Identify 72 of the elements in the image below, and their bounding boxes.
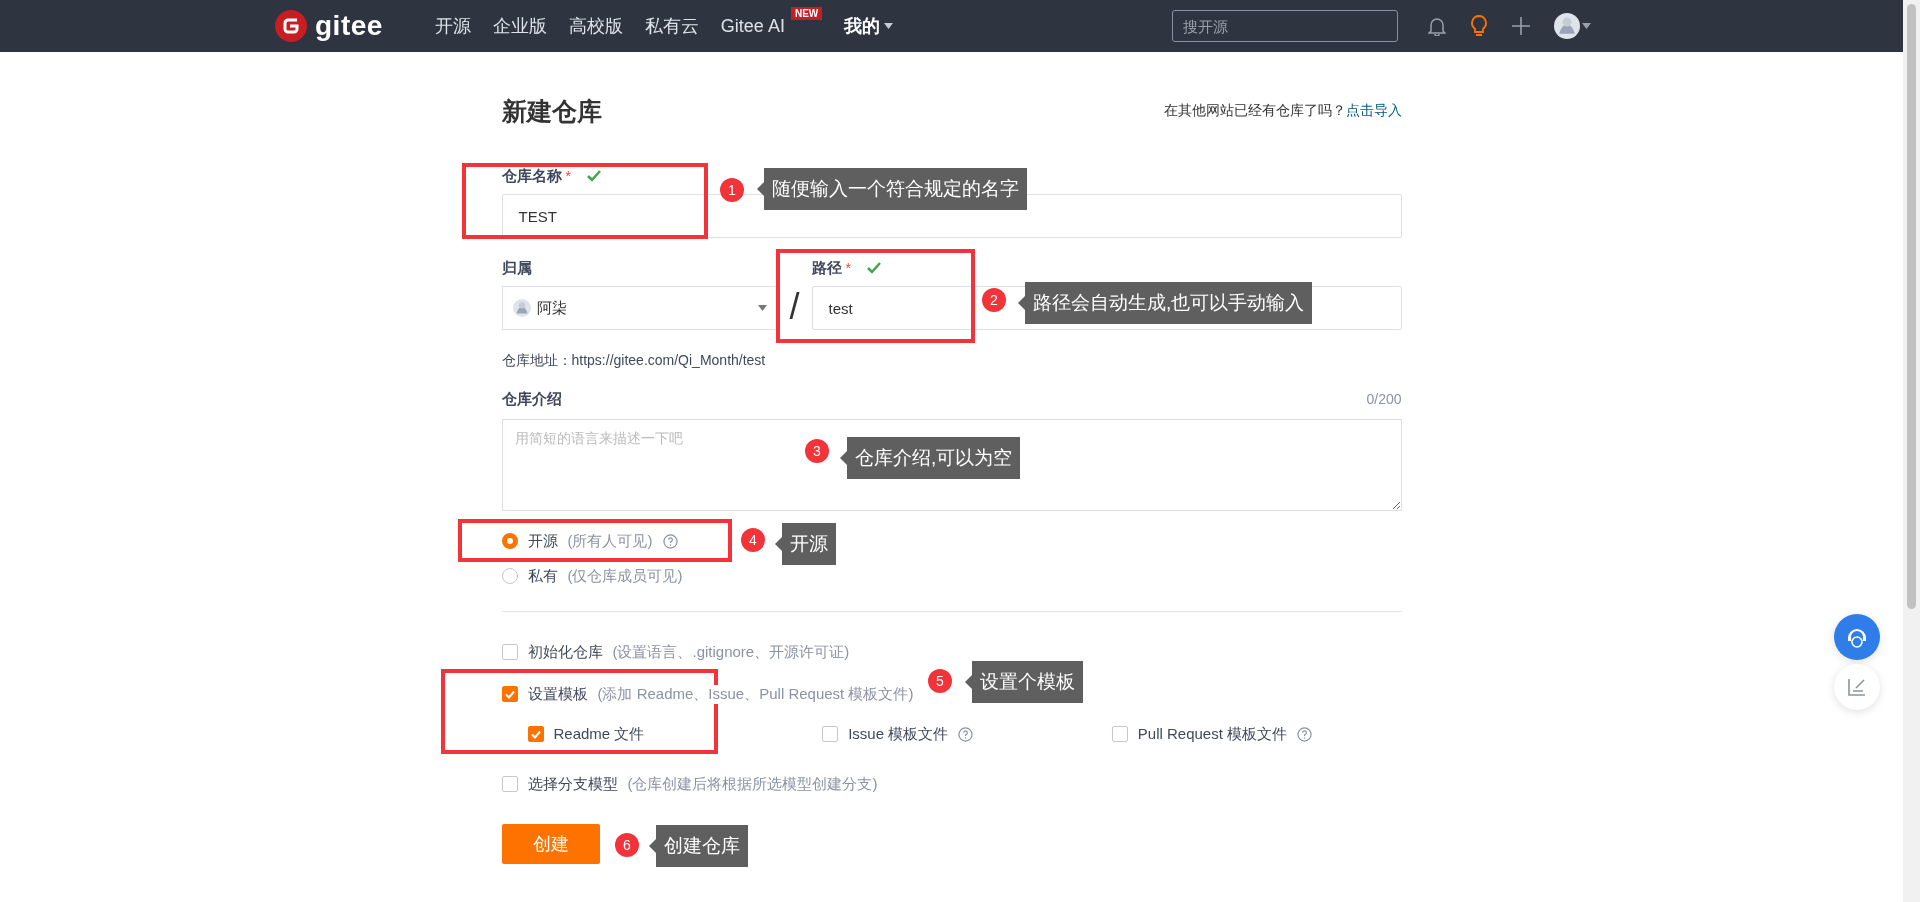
annotation-callout: 设置个模板 — [965, 661, 1083, 703]
nav-link[interactable]: Gitee AI NEW — [720, 7, 823, 45]
annotation-callout: 随便输入一个符合规定的名字 — [757, 168, 1027, 210]
logo-icon[interactable] — [275, 10, 307, 42]
field-label: 仓库介绍 — [501, 389, 562, 409]
path-separator: / — [788, 285, 801, 329]
page-title: 新建仓库 — [501, 95, 602, 127]
plus-icon[interactable] — [1512, 17, 1530, 35]
lightbulb-icon[interactable] — [1470, 15, 1488, 37]
annotation-callout: 路径会自动生成,也可以手动输入 — [1018, 282, 1313, 324]
bell-icon[interactable] — [1428, 16, 1446, 36]
search-field[interactable]: 搜开源 — [1172, 10, 1398, 42]
scrollbar[interactable] — [1903, 0, 1920, 902]
help-icon[interactable] — [662, 533, 678, 549]
radio-button[interactable] — [501, 568, 518, 584]
logo-text[interactable]: gitee — [315, 10, 383, 42]
step-number: 1 — [720, 178, 744, 202]
repo-address: 仓库地址：https://gitee.com/Qi_Month/test — [501, 352, 767, 370]
support-button[interactable] — [1834, 614, 1880, 660]
nav-link[interactable]: 企业版 — [492, 7, 547, 45]
avatar-icon — [512, 299, 531, 317]
nav-link[interactable]: 私有云 — [644, 7, 699, 45]
step-number: 6 — [615, 833, 639, 857]
checkbox[interactable] — [501, 776, 518, 792]
caret-icon — [1582, 23, 1591, 29]
import-prompt: 在其他网站已经有仓库了吗？ — [1163, 102, 1346, 118]
option-hint: (设置语言、.gitignore、开源许可证) — [612, 642, 850, 662]
field-label: 仓库名称 — [501, 166, 562, 186]
annotation-callout: 仓库介绍,可以为空 — [840, 437, 1021, 479]
avatar-icon — [1554, 13, 1580, 39]
checkmark-icon — [586, 170, 601, 182]
option-label: Readme 文件 — [553, 724, 645, 744]
option-label: 开源 — [527, 531, 558, 551]
nav-link[interactable]: 我的 — [844, 7, 894, 45]
option-label: 私有 — [527, 566, 558, 586]
checkmark-icon — [866, 262, 881, 274]
nav-link[interactable]: 开源 — [434, 7, 471, 45]
caret-icon — [884, 23, 894, 29]
required-mark: * — [845, 260, 851, 276]
option-label: Pull Request 模板文件 — [1137, 724, 1288, 744]
edit-icon — [1847, 677, 1867, 697]
option-label: 选择分支模型 — [527, 774, 618, 794]
nav-link[interactable]: 高校版 — [568, 7, 623, 45]
feedback-button[interactable] — [1834, 664, 1880, 710]
step-number: 5 — [928, 669, 952, 693]
caret-icon — [757, 305, 767, 311]
option-hint: (所有人可见) — [567, 531, 653, 551]
field-label: 归属 — [501, 258, 532, 278]
option-label: 初始化仓库 — [527, 642, 603, 662]
checkbox[interactable] — [501, 686, 518, 702]
new-badge: NEW — [790, 7, 823, 20]
option-label: 设置模板 — [527, 684, 588, 704]
field-label: 路径 — [811, 258, 842, 278]
option-hint: (仓库创建后将根据所选模型创建分支) — [627, 774, 878, 794]
radio-button[interactable] — [501, 533, 518, 549]
import-link[interactable]: 点击导入 — [1345, 102, 1402, 118]
option-hint: (添加 Readme、Issue、Pull Request 模板文件) — [597, 684, 914, 704]
owner-select[interactable]: 阿柒 — [501, 286, 778, 330]
option-label: Issue 模板文件 — [848, 724, 949, 744]
help-icon[interactable] — [1297, 726, 1313, 742]
annotation-callout: 创建仓库 — [649, 825, 748, 867]
required-mark: * — [565, 168, 571, 184]
annotation-callout: 开源 — [775, 523, 836, 565]
option-hint: (仅仓库成员可见) — [567, 566, 683, 586]
step-number: 4 — [741, 528, 765, 552]
checkbox[interactable] — [527, 726, 544, 742]
help-icon[interactable] — [958, 726, 974, 742]
checkbox[interactable] — [822, 726, 839, 742]
checkbox[interactable] — [501, 644, 518, 660]
char-counter: 0/200 — [1366, 391, 1402, 407]
step-number: 2 — [982, 288, 1006, 312]
checkbox[interactable] — [1111, 726, 1128, 742]
